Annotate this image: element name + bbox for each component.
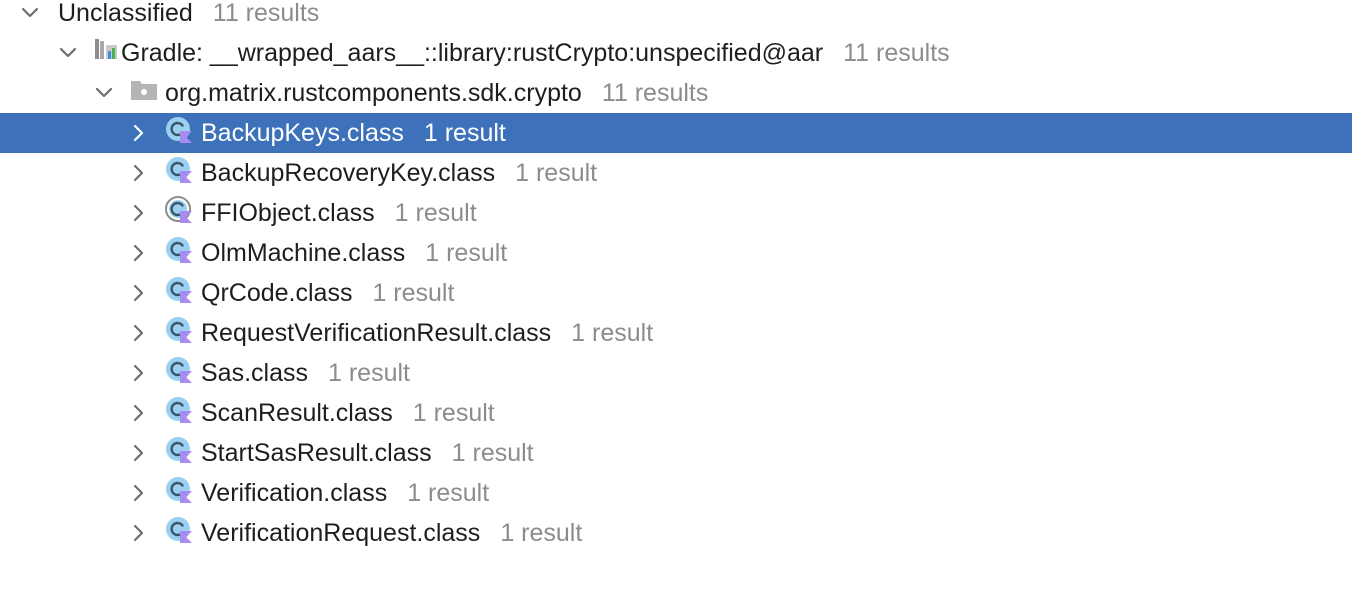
node-label: QrCode.class [201, 278, 353, 307]
tree-node-unclassified[interactable]: Unclassified 11 results [0, 0, 1352, 33]
result-count: 1 result [451, 438, 534, 467]
result-count: 1 result [394, 198, 477, 227]
chevron-down-icon[interactable] [92, 81, 116, 105]
result-count: 1 result [327, 358, 410, 387]
library-icon [93, 37, 119, 70]
tree-node-class-backup-recovery-key[interactable]: BackupRecoveryKey.class 1 result [0, 153, 1352, 193]
result-count: 1 result [372, 278, 455, 307]
kotlin-class-icon [164, 475, 194, 512]
chevron-right-icon[interactable] [126, 321, 150, 345]
node-label: StartSasResult.class [201, 438, 432, 467]
chevron-right-icon[interactable] [126, 361, 150, 385]
node-label: VerificationRequest.class [201, 518, 481, 547]
tree-node-class-qr-code[interactable]: QrCode.class 1 result [0, 273, 1352, 313]
node-label: BackupRecoveryKey.class [201, 158, 496, 187]
chevron-right-icon[interactable] [126, 521, 150, 545]
tree-node-class-verification-request[interactable]: VerificationRequest.class 1 result [0, 513, 1352, 553]
result-count: 1 result [571, 318, 654, 347]
result-count: 1 result [423, 118, 506, 147]
node-label: BackupKeys.class [201, 118, 404, 147]
result-count: 11 results [601, 78, 709, 107]
result-count: 1 result [515, 158, 598, 187]
result-count: 1 result [500, 518, 583, 547]
tree-node-class-start-sas-result[interactable]: StartSasResult.class 1 result [0, 433, 1352, 473]
package-folder-icon [130, 78, 158, 109]
kotlin-class-icon [164, 515, 194, 552]
result-count: 11 results [212, 0, 320, 27]
tree-node-package[interactable]: org.matrix.rustcomponents.sdk.crypto 11 … [0, 73, 1352, 113]
chevron-right-icon[interactable] [126, 441, 150, 465]
tree-node-class-sas[interactable]: Sas.class 1 result [0, 353, 1352, 393]
result-count: 11 results [843, 38, 950, 67]
chevron-right-icon[interactable] [126, 161, 150, 185]
node-label: org.matrix.rustcomponents.sdk.crypto [165, 78, 582, 107]
tree-node-class-request-verification-result[interactable]: RequestVerificationResult.class 1 result [0, 313, 1352, 353]
result-count: 1 result [407, 478, 490, 507]
kotlin-abstract-class-icon [164, 195, 194, 232]
kotlin-class-icon [164, 235, 194, 272]
chevron-down-icon[interactable] [18, 1, 42, 25]
chevron-right-icon[interactable] [126, 281, 150, 305]
tree-node-class-ffiobject[interactable]: FFIObject.class 1 result [0, 193, 1352, 233]
tree-node-gradle-library[interactable]: Gradle: __wrapped_aars__::library:rustCr… [0, 33, 1352, 73]
chevron-right-icon[interactable] [126, 201, 150, 225]
node-label: Verification.class [201, 478, 388, 507]
chevron-right-icon[interactable] [126, 121, 150, 145]
chevron-right-icon[interactable] [126, 401, 150, 425]
kotlin-class-icon [164, 155, 194, 192]
chevron-down-icon[interactable] [56, 41, 80, 65]
tree-node-class-olm-machine[interactable]: OlmMachine.class 1 result [0, 233, 1352, 273]
node-label: Sas.class [201, 358, 308, 387]
find-results-tree: Unclassified 11 results Gradle: __wrappe… [0, 0, 1352, 616]
node-label: ScanResult.class [201, 398, 393, 427]
tree-node-class-verification[interactable]: Verification.class 1 result [0, 473, 1352, 513]
node-label: Unclassified [58, 0, 193, 27]
result-count: 1 result [425, 238, 508, 267]
node-label: FFIObject.class [201, 198, 375, 227]
kotlin-class-icon [164, 395, 194, 432]
result-count: 1 result [412, 398, 495, 427]
kotlin-class-icon [164, 355, 194, 392]
kotlin-class-icon [164, 115, 194, 152]
chevron-right-icon[interactable] [126, 481, 150, 505]
tree-node-class-scan-result[interactable]: ScanResult.class 1 result [0, 393, 1352, 433]
kotlin-class-icon [164, 435, 194, 472]
node-label: Gradle: __wrapped_aars__::library:rustCr… [121, 38, 824, 67]
node-label: RequestVerificationResult.class [201, 318, 552, 347]
kotlin-class-icon [164, 275, 194, 312]
tree-node-class-backup-keys[interactable]: BackupKeys.class 1 result [0, 113, 1352, 153]
node-label: OlmMachine.class [201, 238, 406, 267]
chevron-right-icon[interactable] [126, 241, 150, 265]
kotlin-class-icon [164, 315, 194, 352]
